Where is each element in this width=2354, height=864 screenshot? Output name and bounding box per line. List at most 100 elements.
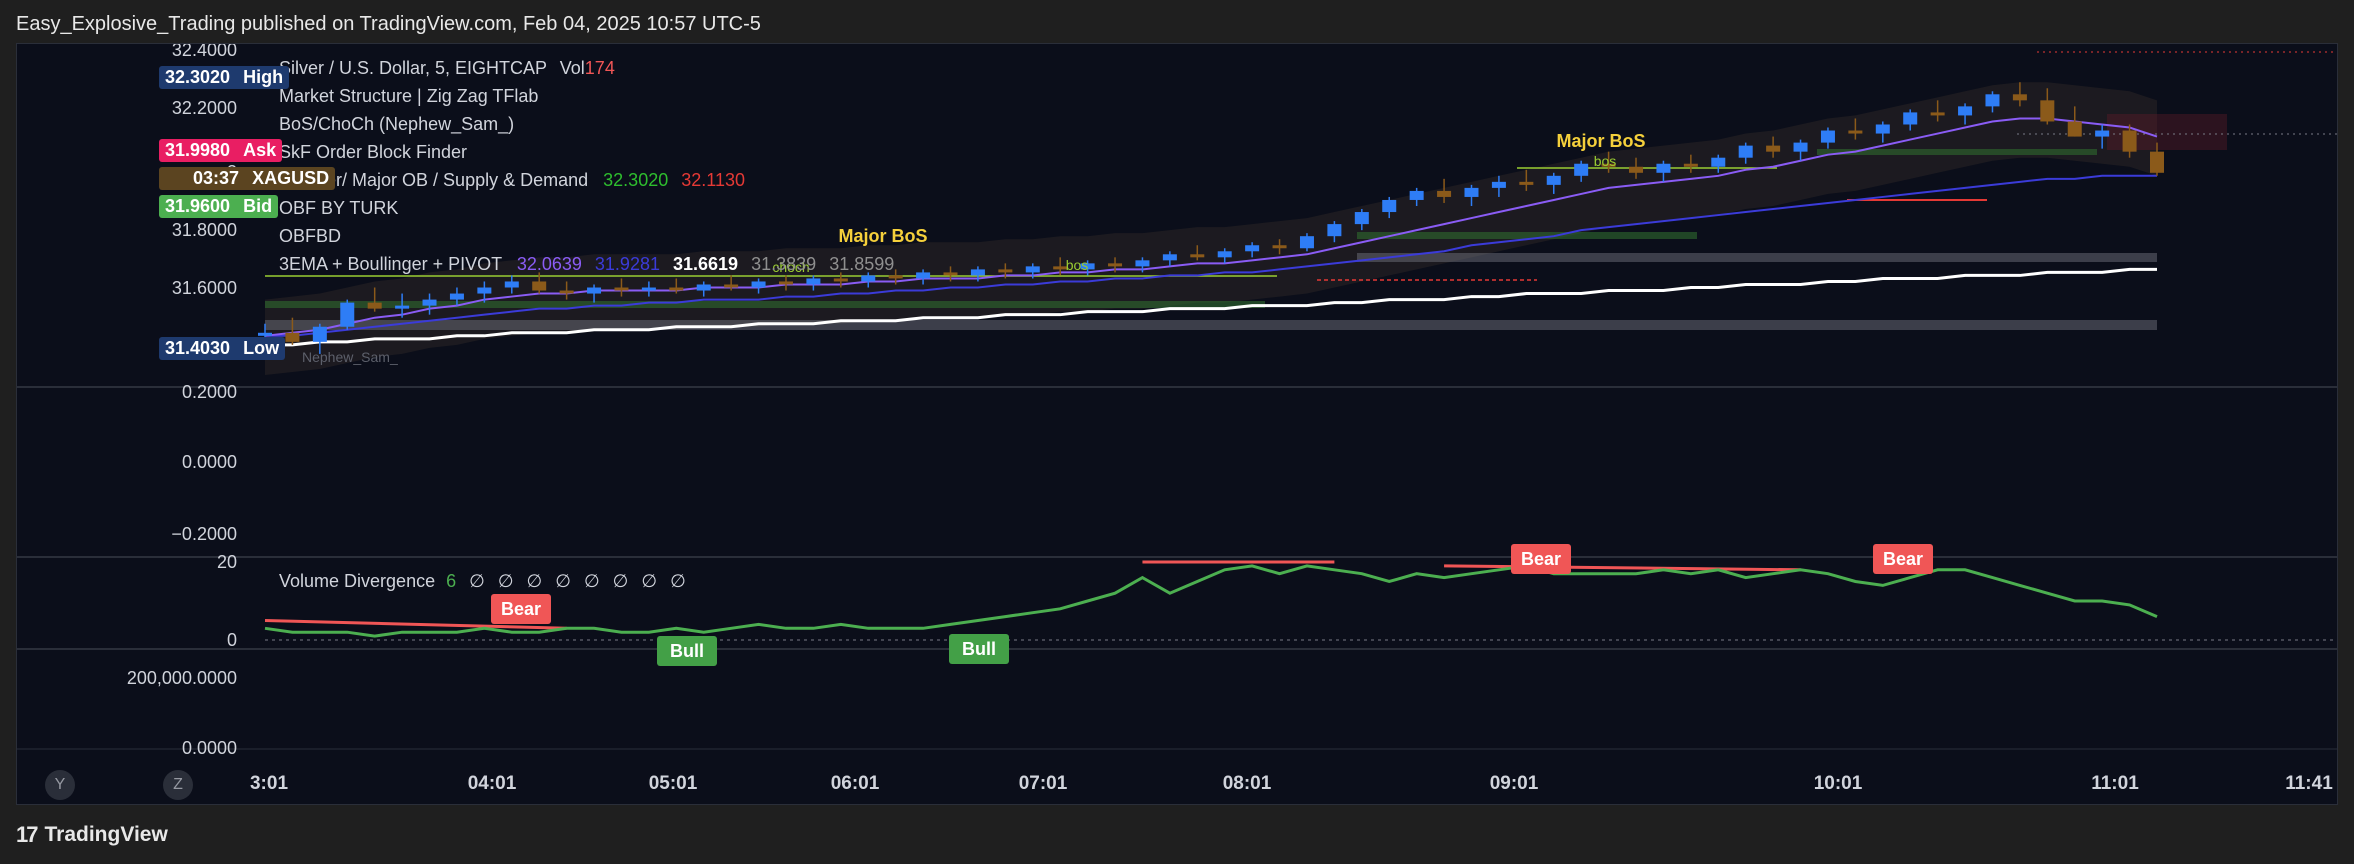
legend-vol-label: Vol bbox=[559, 58, 585, 78]
vdiv-placeholder-6: ∅ bbox=[612, 571, 629, 591]
candle-body bbox=[587, 287, 602, 294]
vdiv-placeholder-1: ∅ bbox=[469, 571, 485, 591]
high-price-tag: 32.3020 High bbox=[159, 66, 290, 89]
price-axis-tick: 31.6000 bbox=[172, 278, 237, 298]
candle-body bbox=[724, 284, 739, 288]
legend-indicator-1[interactable]: Market Structure | Zig Zag TFlab bbox=[279, 86, 538, 107]
candle-body bbox=[1409, 190, 1424, 200]
countdown-value: 03:37 bbox=[193, 168, 240, 188]
low-price-value: 31.4030 bbox=[165, 338, 231, 358]
candle-body bbox=[751, 281, 766, 288]
candle-body bbox=[559, 290, 574, 294]
bear-tag: Bear bbox=[501, 599, 541, 619]
oscillator-axis-tick: 0.0000 bbox=[182, 452, 237, 472]
candle-body bbox=[504, 281, 519, 288]
candle-body bbox=[1683, 163, 1698, 167]
bear-tag: Bear bbox=[1883, 549, 1923, 569]
candle-body bbox=[1491, 181, 1506, 188]
candle-body bbox=[1848, 130, 1863, 134]
order-block-zone bbox=[1357, 253, 2157, 262]
candle-body bbox=[1327, 224, 1342, 237]
candle-body bbox=[2067, 121, 2082, 137]
legend-indicator-6[interactable]: OBFBD bbox=[279, 226, 341, 247]
time-axis-tick: 07:01 bbox=[1019, 773, 1068, 794]
candle-body bbox=[1519, 181, 1534, 185]
candle-body bbox=[2122, 130, 2137, 152]
oscillator-axis-tick: −0.2000 bbox=[171, 524, 237, 544]
candle-body bbox=[1162, 254, 1177, 261]
candle-body bbox=[422, 299, 437, 306]
candle-body bbox=[1437, 190, 1452, 197]
candle-body bbox=[449, 293, 464, 300]
legend-indicator-4[interactable]: Breaker/ Major OB / Supply & Demand 32.3… bbox=[279, 170, 745, 191]
candle-body bbox=[1958, 106, 1973, 116]
candle-body bbox=[806, 278, 821, 285]
vdiv-axis-tick: 20 bbox=[217, 552, 237, 572]
candle-body bbox=[2012, 94, 2027, 101]
legend-indicator-7[interactable]: 3EMA + Boullinger + PIVOT 32.0639 31.928… bbox=[279, 254, 894, 275]
vdiv-placeholder-4: ∅ bbox=[555, 571, 571, 591]
bos-label: bos bbox=[1066, 257, 1089, 273]
candle-body bbox=[833, 278, 848, 282]
candle-body bbox=[1766, 145, 1781, 152]
candle-body bbox=[641, 287, 656, 291]
time-axis-tick: 3:01 bbox=[250, 773, 288, 794]
candle-body bbox=[1711, 157, 1726, 167]
candle-body bbox=[1985, 94, 2000, 107]
vdiv-label: Volume Divergence bbox=[279, 571, 436, 591]
major-bos-label: Major BoS bbox=[838, 226, 927, 246]
legend-volume-divergence[interactable]: Volume Divergence 6 ∅ ∅ ∅ ∅ ∅ ∅ ∅ ∅ bbox=[279, 571, 686, 592]
vdiv-placeholder-7: ∅ bbox=[641, 571, 658, 591]
legend-vol-value: 174 bbox=[584, 58, 615, 78]
volume-axis-tick: 0.0000 bbox=[182, 738, 237, 758]
legend-indicator-5[interactable]: OBF BY TURK bbox=[279, 198, 398, 219]
candle-body bbox=[258, 332, 272, 336]
candle-body bbox=[888, 275, 903, 279]
vdiv-placeholder-8: ∅ bbox=[670, 571, 686, 591]
time-axis-tick: 09:01 bbox=[1490, 773, 1539, 794]
candle-body bbox=[861, 275, 876, 282]
chart-frame[interactable]: 32.400032.2000331.800031.60000.20000.000… bbox=[16, 43, 2338, 805]
candle-body bbox=[1903, 112, 1918, 125]
candle-body bbox=[1217, 251, 1232, 258]
auto-scale-y-button[interactable]: Y bbox=[45, 770, 75, 800]
bollinger-band bbox=[265, 82, 2157, 376]
candle-body bbox=[367, 302, 382, 309]
candle-body bbox=[1299, 236, 1314, 249]
candle-body bbox=[998, 269, 1013, 273]
candle-body bbox=[1820, 130, 1835, 143]
candle-body bbox=[778, 281, 793, 285]
candle-body bbox=[285, 332, 300, 342]
bid-price-tag: 31.9600 Bid bbox=[159, 195, 279, 218]
major-bos-label: Major BoS bbox=[1556, 131, 1645, 151]
candle-body bbox=[916, 272, 931, 279]
demand-zone bbox=[265, 301, 1265, 308]
bear-tag: Bear bbox=[1521, 549, 1561, 569]
bos-label: bos bbox=[1594, 153, 1617, 169]
publish-header: Easy_Explosive_Trading published on Trad… bbox=[16, 13, 761, 35]
candle-body bbox=[1108, 263, 1123, 267]
candle-body bbox=[1930, 112, 1945, 116]
time-axis-tick: 11:41 bbox=[2285, 773, 2333, 794]
legend-indicator-2[interactable]: BoS/ChoCh (Nephew_Sam_) bbox=[279, 114, 514, 135]
oscillator-axis-tick: 0.2000 bbox=[182, 382, 237, 402]
vdiv-placeholder-2: ∅ bbox=[497, 571, 514, 591]
price-axis-tick: 32.4000 bbox=[172, 44, 237, 60]
candle-body bbox=[477, 287, 492, 294]
vdiv-value: 6 bbox=[446, 571, 457, 591]
candle-body bbox=[1738, 145, 1753, 158]
footer-brand: TradingView bbox=[44, 823, 168, 846]
zoom-z-button[interactable]: Z bbox=[163, 770, 193, 800]
vdiv-axis-tick: 0 bbox=[227, 630, 237, 650]
candle-body bbox=[395, 305, 410, 309]
bull-tag: Bull bbox=[670, 641, 704, 661]
legend-symbol[interactable]: Silver / U.S. Dollar, 5, EIGHTCAP Vol174 bbox=[279, 58, 615, 79]
tradingview-logo-icon: 17 bbox=[16, 822, 39, 847]
candle-body bbox=[1245, 245, 1260, 252]
candle-body bbox=[1464, 187, 1479, 197]
low-price-label: Low bbox=[243, 338, 280, 358]
price-axis-tick: 32.2000 bbox=[172, 98, 237, 118]
legend-indicator-3[interactable]: SkF Order Block Finder bbox=[279, 142, 467, 163]
candle-body bbox=[943, 272, 958, 276]
legend-indicator-7-name: 3EMA + Boullinger + PIVOT bbox=[279, 254, 502, 274]
